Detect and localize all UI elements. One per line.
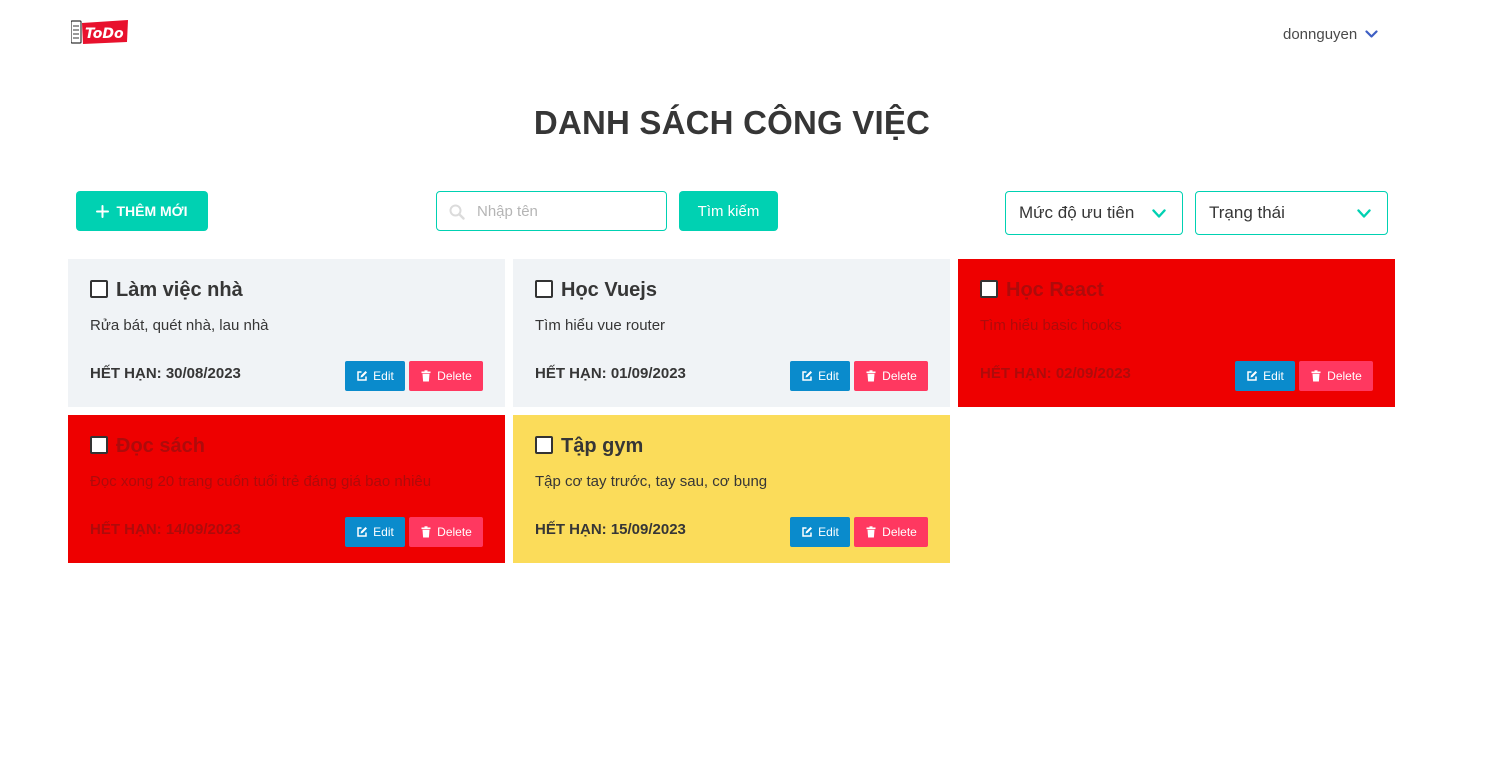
delete-button[interactable]: Delete xyxy=(409,517,483,547)
trash-icon xyxy=(421,370,431,382)
add-new-button[interactable]: THÊM MỚI xyxy=(76,191,208,231)
task-description: Tìm hiểu basic hooks xyxy=(980,317,1122,334)
trash-icon xyxy=(866,370,876,382)
chevron-down-icon xyxy=(1357,209,1371,218)
edit-icon xyxy=(802,371,813,381)
page-title: DANH SÁCH CÔNG VIỆC xyxy=(533,104,931,141)
trash-icon xyxy=(421,526,431,538)
delete-label: Delete xyxy=(437,369,472,383)
user-menu[interactable]: donnguyen xyxy=(1283,23,1378,45)
delete-button[interactable]: Delete xyxy=(854,517,928,547)
priority-select-value: Mức độ ưu tiên xyxy=(1019,203,1135,222)
task-title: Tập gym xyxy=(561,435,644,457)
task-checkbox[interactable] xyxy=(980,280,998,298)
edit-icon xyxy=(802,527,813,537)
task-description: Đọc xong 20 trang cuốn tuổi trẻ đáng giá… xyxy=(90,473,432,490)
delete-label: Delete xyxy=(1327,369,1362,383)
task-checkbox[interactable] xyxy=(90,436,108,454)
task-deadline: HẾT HẠN: 30/08/2023 xyxy=(90,365,241,382)
task-description: Rửa bát, quét nhà, lau nhà xyxy=(90,317,269,334)
task-checkbox[interactable] xyxy=(90,280,108,298)
task-card: Tập gym Tập cơ tay trước, tay sau, cơ bụ… xyxy=(513,415,950,563)
task-title: Làm việc nhà xyxy=(116,279,243,301)
delete-label: Delete xyxy=(437,525,472,539)
search-icon xyxy=(449,204,465,220)
trash-icon xyxy=(866,526,876,538)
task-title: Học Vuejs xyxy=(561,279,657,301)
task-card: Làm việc nhà Rửa bát, quét nhà, lau nhà … xyxy=(68,259,505,407)
edit-label: Edit xyxy=(818,525,839,539)
task-deadline: HẾT HẠN: 14/09/2023 xyxy=(90,521,241,538)
navbar: ToDo donnguyen xyxy=(0,0,1486,68)
task-title: Đọc sách xyxy=(116,435,205,457)
edit-icon xyxy=(357,371,368,381)
task-card: Học Vuejs Tìm hiểu vue router HẾT HẠN: 0… xyxy=(513,259,950,407)
todo-logo[interactable]: ToDo xyxy=(71,18,129,45)
task-description: Tập cơ tay trước, tay sau, cơ bụng xyxy=(535,473,768,490)
task-title: Học React xyxy=(1006,279,1104,301)
delete-button[interactable]: Delete xyxy=(854,361,928,391)
search-input[interactable] xyxy=(477,192,662,230)
task-card: Đọc sách Đọc xong 20 trang cuốn tuổi trẻ… xyxy=(68,415,505,563)
chevron-down-icon xyxy=(1365,29,1378,38)
search-button[interactable]: Tìm kiếm xyxy=(679,191,778,231)
status-select-value: Trạng thái xyxy=(1209,203,1285,222)
task-deadline: HẾT HẠN: 02/09/2023 xyxy=(980,365,1131,382)
edit-label: Edit xyxy=(818,369,839,383)
chevron-down-icon xyxy=(1152,209,1166,218)
plus-icon xyxy=(96,204,110,218)
priority-select[interactable]: Mức độ ưu tiên xyxy=(1005,191,1183,235)
task-card: Học React Tìm hiểu basic hooks HẾT HẠN: … xyxy=(958,259,1395,407)
edit-label: Edit xyxy=(1263,369,1284,383)
add-new-label: THÊM MỚI xyxy=(116,203,188,219)
task-checkbox[interactable] xyxy=(535,436,553,454)
edit-button[interactable]: Edit xyxy=(790,361,850,391)
edit-button[interactable]: Edit xyxy=(790,517,850,547)
delete-label: Delete xyxy=(882,525,917,539)
edit-icon xyxy=(1247,371,1258,381)
task-deadline: HẾT HẠN: 01/09/2023 xyxy=(535,365,686,382)
delete-label: Delete xyxy=(882,369,917,383)
username[interactable]: donnguyen xyxy=(1283,26,1357,43)
trash-icon xyxy=(1311,370,1321,382)
edit-button[interactable]: Edit xyxy=(1235,361,1295,391)
edit-button[interactable]: Edit xyxy=(345,361,405,391)
edit-label: Edit xyxy=(373,525,394,539)
edit-label: Edit xyxy=(373,369,394,383)
edit-icon xyxy=(357,527,368,537)
task-deadline: HẾT HẠN: 15/09/2023 xyxy=(535,521,686,538)
task-checkbox[interactable] xyxy=(535,280,553,298)
delete-button[interactable]: Delete xyxy=(1299,361,1373,391)
task-description: Tìm hiểu vue router xyxy=(535,317,666,334)
status-select[interactable]: Trạng thái xyxy=(1195,191,1388,235)
search-box xyxy=(436,191,667,231)
svg-text:ToDo: ToDo xyxy=(85,26,124,42)
edit-button[interactable]: Edit xyxy=(345,517,405,547)
delete-button[interactable]: Delete xyxy=(409,361,483,391)
